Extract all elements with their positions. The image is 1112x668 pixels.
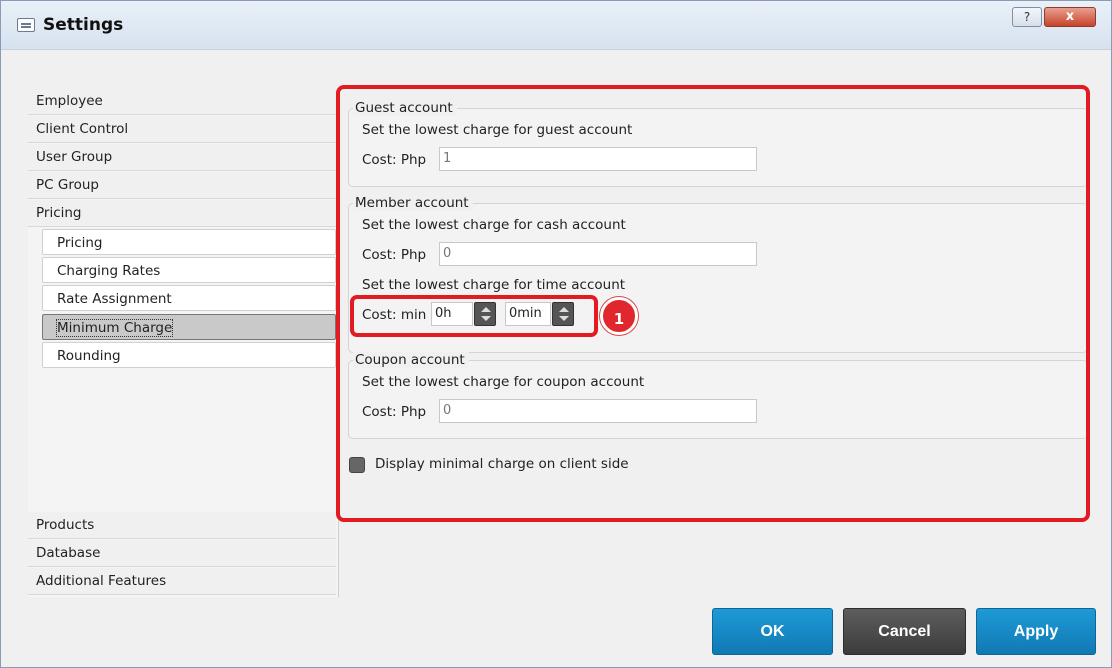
title-bar: Settings ? x [1,1,1111,50]
ok-button[interactable]: OK [712,608,833,655]
help-button[interactable]: ? [1012,7,1042,27]
nav-item-products[interactable]: Products [28,512,336,539]
nav-sub-charging-rates[interactable]: Charging Rates [42,257,336,283]
nav-sub-rounding[interactable]: Rounding [42,342,336,368]
nav-item-pc-group[interactable]: PC Group [28,172,336,199]
nav-sub-rate-assignment[interactable]: Rate Assignment [42,285,336,311]
cancel-button[interactable]: Cancel [843,608,966,655]
close-button[interactable]: x [1044,7,1096,27]
apply-button[interactable]: Apply [976,608,1096,655]
nav-item-database[interactable]: Database [28,540,336,567]
window-title: Settings [43,15,124,35]
annotation-badge: 1 [600,297,638,335]
time-cost-highlight-frame [350,295,598,337]
nav-item-employee[interactable]: Employee [28,88,336,115]
nav-item-user-group[interactable]: User Group [28,144,336,171]
nav-item-additional-features[interactable]: Additional Features [28,568,336,595]
nav-sub-minimum-charge[interactable]: Minimum Charge [42,314,336,340]
window-icon [17,18,35,32]
nav-sub-minimum-charge-label: Minimum Charge [55,319,174,337]
settings-nav: Employee Client Control User Group PC Gr… [28,88,339,597]
nav-item-pricing[interactable]: Pricing [28,200,336,227]
nav-item-client-control[interactable]: Client Control [28,116,336,143]
nav-sub-pricing[interactable]: Pricing [42,229,336,255]
